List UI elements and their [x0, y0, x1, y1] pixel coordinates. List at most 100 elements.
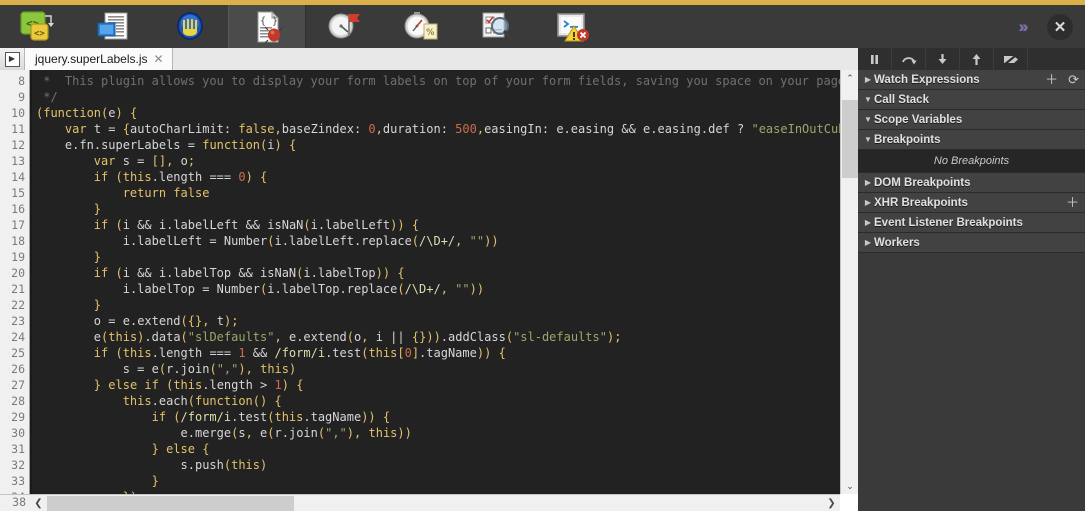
step-out-button[interactable]: [960, 48, 994, 70]
pause-resume-button[interactable]: [858, 48, 892, 70]
step-into-icon: [938, 53, 947, 64]
panel-empty-message: No Breakpoints: [858, 150, 1085, 173]
line-number: 30: [11, 426, 25, 440]
line-number: 27: [11, 378, 25, 392]
page-layout-icon: [94, 10, 134, 44]
code-line: var s = [], o;: [93, 154, 196, 168]
tab-jquery-superlabels-js[interactable]: jquery.superLabels.js ✕: [25, 48, 173, 70]
code-line: } else if (this.length > 1) {: [93, 378, 304, 392]
vertical-scroll-thumb[interactable]: [842, 100, 858, 178]
line-number: 26: [11, 362, 25, 376]
toolbar-button-audits[interactable]: [458, 5, 534, 48]
panel-section-xhr-breakpoints[interactable]: ▶ XHR Breakpoints ＋: [858, 193, 1085, 213]
code-line: e.fn.superLabels = function(i) {: [64, 138, 297, 152]
svg-text:<>: <>: [34, 29, 45, 39]
toolbar-button-timeline[interactable]: %: [382, 5, 458, 48]
panel-section-dom-breakpoints[interactable]: ▶ DOM Breakpoints: [858, 173, 1085, 193]
main-toolbar: <> <> {} % » ✕: [0, 5, 1085, 48]
profiler-flag-icon: [324, 10, 364, 44]
line-number: 13: [11, 154, 25, 168]
close-icon[interactable]: ✕: [154, 52, 164, 66]
network-globe-icon: [170, 10, 210, 44]
code-line: */: [36, 90, 58, 104]
line-number: 20: [11, 266, 25, 280]
scrollbar-corner: [840, 494, 858, 511]
step-over-icon: [901, 56, 917, 64]
show-navigator-button[interactable]: ▶: [0, 48, 25, 70]
line-number: 18: [11, 234, 25, 248]
line-number: 22: [11, 298, 25, 312]
panel-section-watch-expressions[interactable]: ▶ Watch Expressions ＋ ⟳: [858, 70, 1085, 90]
panel-section-label: XHR Breakpoints: [874, 196, 968, 209]
editor-vertical-scrollbar[interactable]: ⌃ ⌄: [840, 70, 859, 494]
line-number: 15: [11, 186, 25, 200]
add-icon[interactable]: ＋: [1045, 73, 1058, 86]
panel-section-scope-variables[interactable]: ▼ Scope Variables: [858, 110, 1085, 130]
code-line: if (this.length === 0) {: [93, 170, 268, 184]
source-code-icon: <> <>: [18, 10, 58, 44]
scroll-down-icon[interactable]: ⌄: [841, 478, 859, 494]
code-viewport[interactable]: * This plugin allows you to display your…: [30, 70, 858, 494]
svg-text:%: %: [426, 28, 435, 38]
last-line-number: 38: [12, 495, 26, 509]
scroll-right-icon[interactable]: ❯: [823, 494, 840, 511]
panel-section-label: Watch Expressions: [874, 73, 980, 86]
chevron-down-icon: ▼: [864, 115, 872, 124]
step-out-icon: [972, 53, 981, 65]
panel-section-label: Workers: [874, 236, 920, 249]
panel-section-workers[interactable]: ▶ Workers: [858, 233, 1085, 253]
toolbar-button-script-debugger[interactable]: { }: [228, 5, 306, 48]
line-number: 28: [11, 394, 25, 408]
console-warning-icon: [552, 10, 592, 44]
chevron-right-icon: ▶: [864, 218, 872, 227]
line-number: 10: [11, 106, 25, 120]
debugger-bar-empty: [1028, 48, 1085, 70]
scroll-up-icon[interactable]: ⌃: [841, 70, 859, 86]
panel-section-breakpoints[interactable]: ▼ Breakpoints: [858, 130, 1085, 150]
line-number: 29: [11, 410, 25, 424]
step-over-button[interactable]: [892, 48, 926, 70]
timer-percent-icon: %: [400, 10, 440, 44]
chevron-right-icon: ▶: [864, 198, 872, 207]
horizontal-scroll-thumb[interactable]: [47, 496, 294, 511]
panel-section-event-listener-breakpoints[interactable]: ▶ Event Listener Breakpoints: [858, 213, 1085, 233]
window-controls: » ✕: [1019, 5, 1085, 48]
refresh-icon[interactable]: ⟳: [1068, 73, 1079, 86]
toolbar-button-page-layout[interactable]: [76, 5, 152, 48]
svg-text:{ }: { }: [260, 16, 278, 27]
line-number: 12: [11, 138, 25, 152]
step-into-button[interactable]: [926, 48, 960, 70]
tab-label: jquery.superLabels.js: [35, 52, 148, 66]
line-number: 17: [11, 218, 25, 232]
code-line: s = e(r.join(","), this): [122, 362, 297, 376]
chevron-down-icon: ▼: [864, 135, 872, 144]
panel-section-label: Scope Variables: [874, 113, 963, 126]
panel-section-call-stack[interactable]: ▼ Call Stack: [858, 90, 1085, 110]
toolbar-button-source-code[interactable]: <> <>: [0, 5, 76, 48]
code-line: }: [93, 250, 102, 264]
editor-horizontal-scrollbar[interactable]: ❮: [30, 494, 858, 511]
scroll-left-icon[interactable]: ❮: [30, 498, 47, 509]
add-icon[interactable]: ＋: [1066, 196, 1079, 209]
toolbar-button-network[interactable]: [152, 5, 228, 48]
chevron-right-icon: ▶: [864, 178, 872, 187]
panel-section-label: Call Stack: [874, 93, 929, 106]
line-number: 23: [11, 314, 25, 328]
devtools-window: <> <> {} % » ✕ ▶ jquery.superLabels.js …: [0, 0, 1085, 511]
more-tools-button[interactable]: »: [1019, 18, 1029, 35]
code-line: e.merge(s, e(r.join(","), this)): [180, 426, 412, 440]
line-number: 19: [11, 250, 25, 264]
panel-section-label: Event Listener Breakpoints: [874, 216, 1023, 229]
code-content: * This plugin allows you to display your…: [32, 70, 858, 494]
deactivate-breakpoints-button[interactable]: [994, 48, 1028, 70]
line-number: 24: [11, 330, 25, 344]
close-button[interactable]: ✕: [1047, 13, 1073, 40]
code-line: o = e.extend({}, t);: [93, 314, 239, 328]
code-line: if (this.length === 1 && /form/i.test(th…: [93, 346, 506, 360]
toolbar-button-console[interactable]: [534, 5, 610, 48]
line-number-gutter: 8 9 10 11 12 13 14 15 16 17 18 19 20 21 22 23 24 25 26 27 28…: [0, 70, 30, 511]
line-number: 9: [18, 90, 25, 104]
code-line: this.each(function() {: [122, 394, 282, 408]
toolbar-button-profiler[interactable]: [306, 5, 382, 48]
